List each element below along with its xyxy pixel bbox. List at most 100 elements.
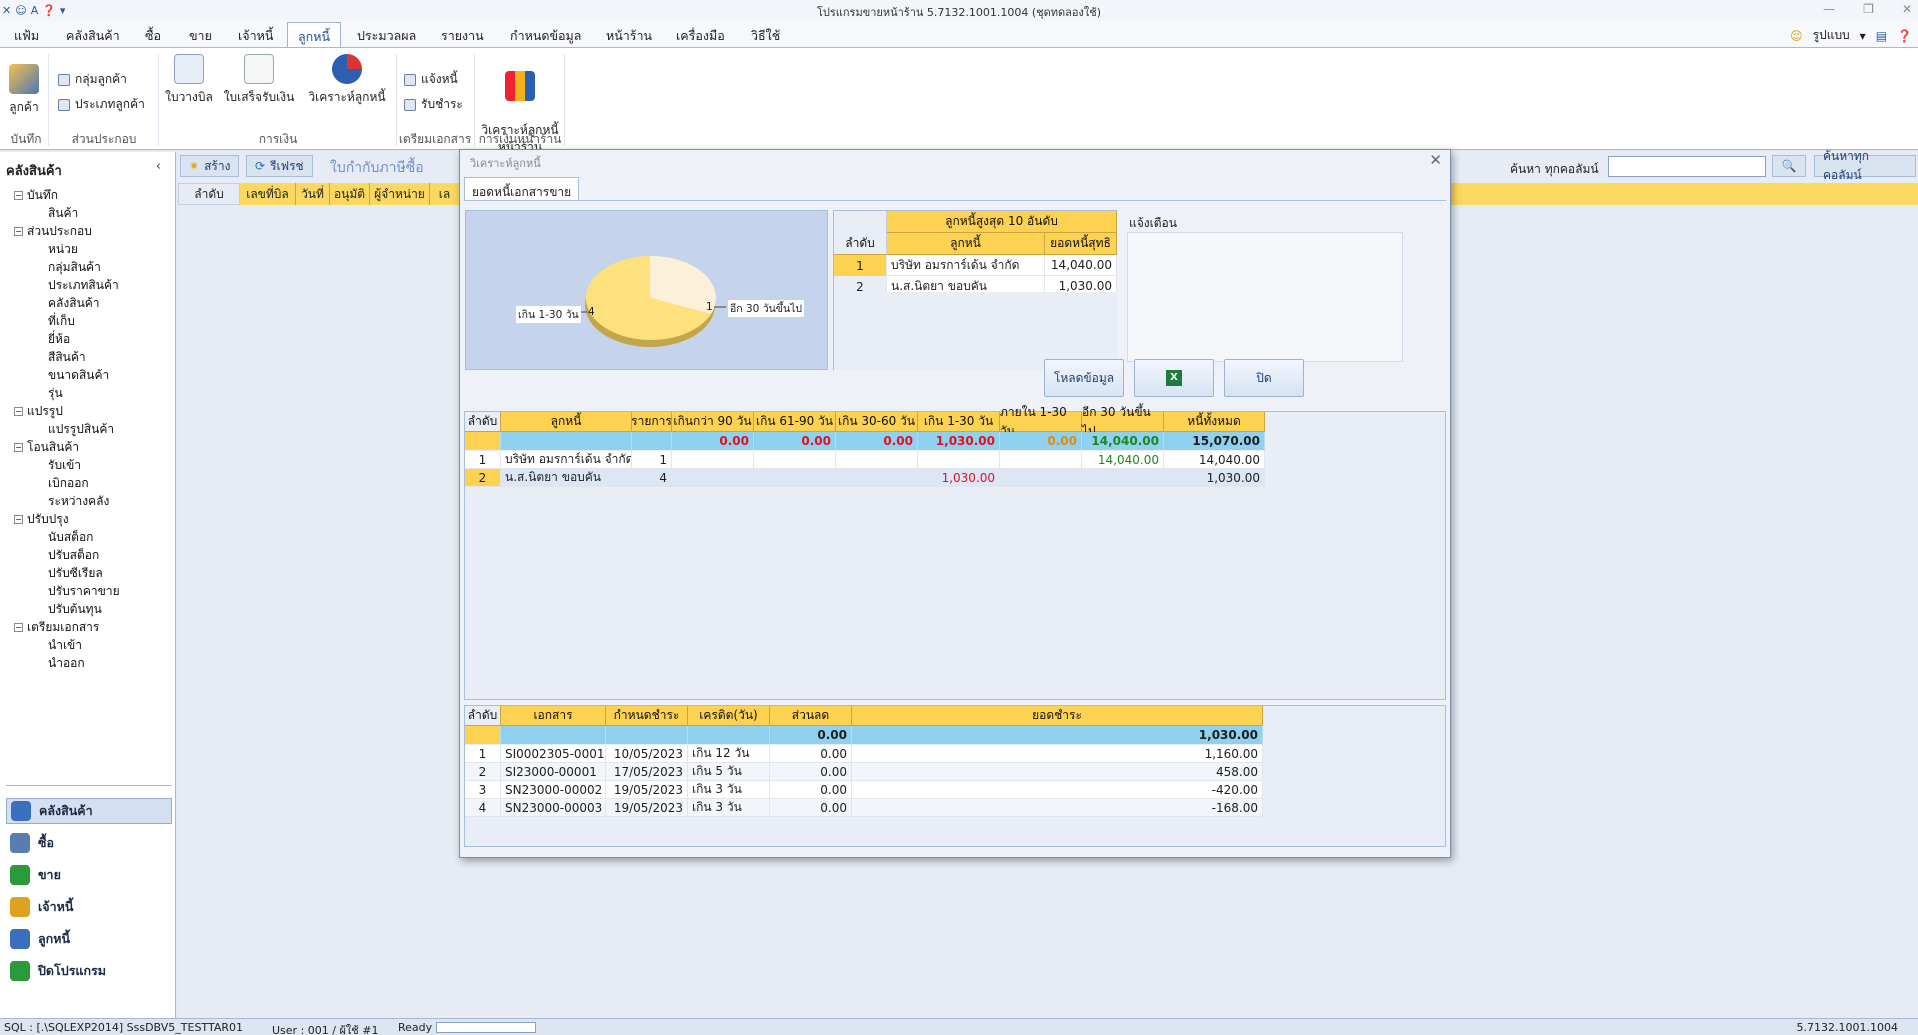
tree-item[interactable]: ประเภทสินค้า — [48, 276, 119, 295]
customer-group-button[interactable]: กลุ่มลูกค้า — [58, 70, 127, 89]
notify-button[interactable]: แจ้งหนี้ — [404, 70, 458, 89]
nav-section-dollar[interactable]: ขาย — [6, 862, 172, 888]
docs-col[interactable]: ส่วนลด — [770, 706, 852, 726]
top10-col-name[interactable]: ลูกหนี้ — [887, 233, 1045, 255]
menu-file[interactable]: แฟ้ม — [14, 26, 39, 46]
tree-item[interactable]: − บันทึก — [14, 186, 58, 205]
minimize-icon[interactable]: — — [1823, 2, 1835, 16]
menu-report[interactable]: รายงาน — [441, 26, 484, 46]
docs-col[interactable]: ยอดชำระ — [852, 706, 1263, 726]
nav-section-cart[interactable]: ซื้อ — [6, 830, 172, 856]
aging-col[interactable]: รายการ — [631, 412, 672, 432]
collapse-box-icon[interactable]: − — [14, 443, 23, 452]
refresh-button[interactable]: ⟳ รีเฟรช — [246, 155, 313, 177]
tree-item[interactable]: สินค้า — [48, 204, 78, 223]
menu-stock[interactable]: คลังสินค้า — [66, 26, 120, 46]
aging-col[interactable]: อีก 30 วันขึ้นไป — [1082, 405, 1164, 438]
docs-col[interactable]: กำหนดชำระ — [606, 706, 688, 726]
menu-help[interactable]: วิธีใช้ — [751, 26, 780, 46]
tree-item[interactable]: นำออก — [48, 654, 85, 673]
tree-item[interactable]: ขนาดสินค้า — [48, 366, 109, 385]
tree-item[interactable]: − ส่วนประกอบ — [14, 222, 92, 241]
row-number[interactable]: 1 — [834, 255, 887, 276]
book-icon[interactable]: ▤ — [1876, 29, 1887, 43]
restore-icon[interactable]: ❐ — [1863, 2, 1874, 16]
aging-col[interactable]: เกิน 61-90 วัน — [754, 412, 836, 432]
collapse-icon[interactable]: ‹ — [156, 159, 161, 174]
col-supplier[interactable]: ผู้จำหน่าย — [370, 183, 430, 205]
tree-item[interactable]: คลังสินค้า — [48, 294, 100, 313]
menu-purchase[interactable]: ซื้อ — [145, 26, 161, 46]
tree-item[interactable]: ปรับซีเรียล — [48, 564, 103, 583]
tree-item[interactable]: ปรับต้นทุน — [48, 600, 102, 619]
tree-item[interactable]: เบิกออก — [48, 474, 89, 493]
aging-col[interactable]: ภายใน 1-30 วัน — [1000, 405, 1082, 438]
nav-section-creditor[interactable]: เจ้าหนี้ — [6, 894, 172, 920]
tree-item[interactable]: รับเข้า — [48, 456, 81, 475]
col-no[interactable]: ลำดับ — [178, 183, 240, 205]
menu-settings[interactable]: กำหนดข้อมูล — [510, 26, 581, 46]
col-approve[interactable]: อนุมัติ — [330, 183, 370, 205]
nav-section-debtor[interactable]: ลูกหนี้ — [6, 926, 172, 952]
menu-debtor[interactable]: ลูกหนี้ — [287, 22, 342, 49]
tree-item[interactable]: ปรับสต็อก — [48, 546, 99, 565]
receipt-button[interactable]: ใบเสร็จรับเงิน — [222, 54, 296, 107]
aging-col[interactable]: เกินกว่า 90 วัน — [672, 412, 754, 432]
collapse-box-icon[interactable]: − — [14, 191, 23, 200]
customer-type-button[interactable]: ประเภทลูกค้า — [58, 95, 145, 114]
aging-col[interactable]: ลำดับ — [465, 412, 501, 432]
tree-item[interactable]: หน่วย — [48, 240, 78, 259]
collapse-box-icon[interactable]: − — [14, 407, 23, 416]
col-more[interactable]: เล — [430, 183, 460, 205]
customer-button[interactable]: ลูกค้า — [6, 64, 42, 117]
tree-item[interactable]: แปรรูปสินค้า — [48, 420, 114, 439]
dropdown-icon[interactable]: ▾ — [1860, 29, 1866, 43]
search-all-button[interactable]: ค้นหาทุกคอลัมน์ — [1814, 149, 1916, 182]
load-data-button[interactable]: โหลดข้อมูล — [1044, 359, 1124, 397]
docs-col[interactable]: เครดิต(วัน) — [688, 706, 770, 726]
menu-creditor[interactable]: เจ้าหนี้ — [238, 26, 273, 46]
tree-item[interactable]: − ปรับปรุง — [14, 510, 69, 529]
top10-col-amount[interactable]: ยอดหนี้สุทธิ — [1045, 233, 1117, 255]
help-circle-icon[interactable]: ❓ — [1897, 29, 1912, 43]
nav-section-exit[interactable]: ปิดโปรแกรม — [6, 958, 172, 984]
collapse-box-icon[interactable]: − — [14, 623, 23, 632]
aging-col[interactable]: เกิน 30-60 วัน — [836, 412, 918, 432]
style-menu[interactable]: รูปแบบ — [1813, 26, 1850, 45]
tree-item[interactable]: − เตรียมเอกสาร — [14, 618, 99, 637]
aging-col[interactable]: เกิน 1-30 วัน — [918, 412, 1000, 432]
tree-item[interactable]: − แปรรูป — [14, 402, 63, 421]
close-button[interactable]: ปิด — [1224, 359, 1304, 397]
tree-item[interactable]: ยี่ห้อ — [48, 330, 70, 349]
tree-item[interactable]: สีสินค้า — [48, 348, 86, 367]
docs-col[interactable]: เอกสาร — [501, 706, 606, 726]
tree-item[interactable]: กลุ่มสินค้า — [48, 258, 101, 277]
col-billno[interactable]: เลขที่บิล — [240, 183, 296, 205]
menu-sale[interactable]: ขาย — [189, 26, 212, 46]
receive-button[interactable]: รับชำระ — [404, 95, 463, 114]
tab-sales-debt[interactable]: ยอดหนี้เอกสารขาย — [464, 177, 580, 201]
menu-tools[interactable]: เครื่องมือ — [676, 26, 725, 46]
aging-col[interactable]: ลูกหนี้ — [501, 412, 632, 432]
collapse-box-icon[interactable]: − — [14, 515, 23, 524]
tree-item[interactable]: รุ่น — [48, 384, 63, 403]
search-input[interactable] — [1608, 156, 1766, 177]
excel-button[interactable]: X — [1134, 359, 1214, 397]
menu-shop[interactable]: หน้าร้าน — [606, 26, 652, 46]
tree-item[interactable]: นับสต็อก — [48, 528, 93, 547]
nav-section-box[interactable]: คลังสินค้า — [6, 798, 172, 824]
analyze-debtor-button[interactable]: วิเคราะห์ลูกหนี้ — [306, 54, 388, 107]
tree-item[interactable]: ที่เก็บ — [48, 312, 75, 331]
col-date[interactable]: วันที่ — [296, 183, 330, 205]
tree-item[interactable]: − โอนสินค้า — [14, 438, 79, 457]
aging-col[interactable]: หนี้ทั้งหมด — [1164, 412, 1265, 432]
tree-item[interactable]: ปรับราคาขาย — [48, 582, 120, 601]
search-button[interactable]: 🔍 — [1772, 155, 1806, 177]
tree-item[interactable]: ระหว่างคลัง — [48, 492, 109, 511]
top10-col-no[interactable]: ลำดับ — [834, 233, 887, 255]
tree-item[interactable]: นำเข้า — [48, 636, 82, 655]
docs-col[interactable]: ลำดับ — [465, 706, 501, 726]
bill-button[interactable]: ใบวางบิล — [164, 54, 214, 107]
close-icon[interactable]: ✕ — [1902, 2, 1912, 16]
collapse-box-icon[interactable]: − — [14, 227, 23, 236]
